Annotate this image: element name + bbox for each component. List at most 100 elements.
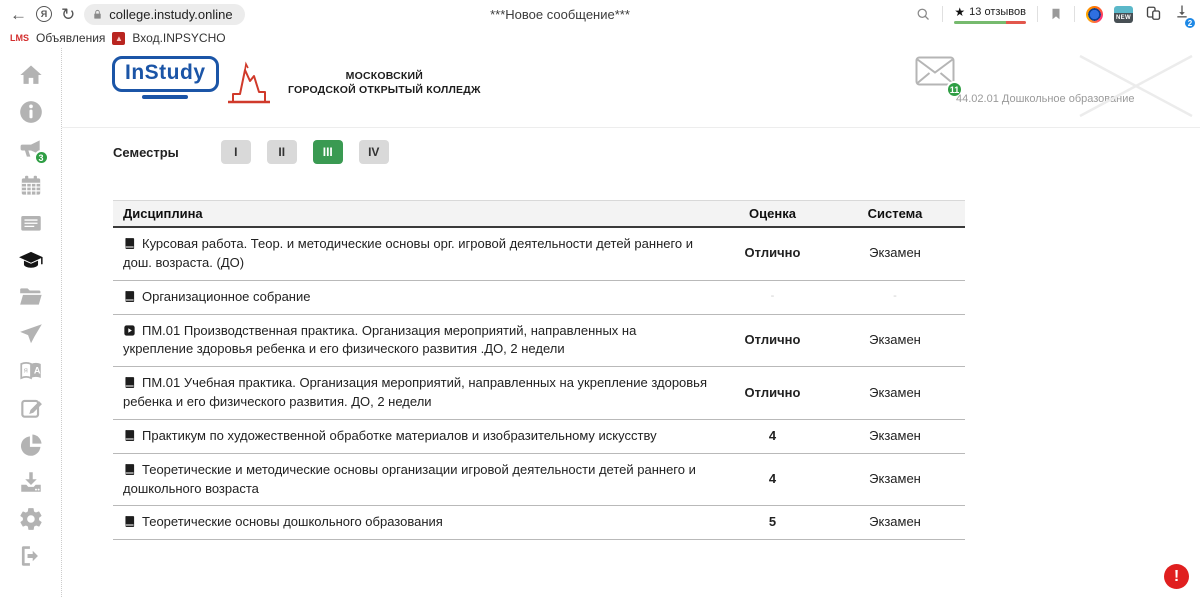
info-icon[interactable] <box>18 99 44 125</box>
search-icon[interactable] <box>916 7 931 22</box>
alert-button[interactable]: ! <box>1164 564 1189 589</box>
bookmarks-bar: LMS Объявления ▲ Вход.INPSYCHO <box>0 28 1200 48</box>
rating-bar <box>954 21 1026 24</box>
star-icon: ★ <box>954 5 965 19</box>
calendar-icon[interactable] <box>18 173 44 199</box>
sidebar: 3 Aя <box>0 48 62 597</box>
subject-icon <box>123 290 136 303</box>
discipline-cell: Теоретические основы дошкольного образов… <box>113 506 720 540</box>
svg-text:я: я <box>23 366 27 375</box>
college-name-line2: ГОРОДСКОЙ ОТКРЫТЫЙ КОЛЛЕДЖ <box>288 84 481 98</box>
courses-icon[interactable] <box>18 210 44 236</box>
college-tower-icon <box>220 58 278 110</box>
discipline-text: Организационное собрание <box>142 289 310 304</box>
table-header-row: Дисциплина Оценка Система <box>113 201 965 228</box>
table-row[interactable]: Теоретические и методические основы орга… <box>113 453 965 506</box>
collections-icon[interactable] <box>1144 5 1163 23</box>
app-frame: 3 Aя InStudy МОСКОВСКИЙ ГОРОДСКОЙ ОТК <box>0 48 1200 597</box>
discipline-cell: ПМ.01 Учебная практика. Организация меро… <box>113 367 720 420</box>
semesters-label: Семестры <box>113 145 179 160</box>
messages-icon[interactable] <box>18 321 44 347</box>
system-cell: Экзамен <box>825 227 965 280</box>
instudy-logo-stand <box>142 95 188 99</box>
downloads-button[interactable]: 2 <box>1174 3 1190 25</box>
discipline-text: Курсовая работа. Теор. и методические ос… <box>123 236 693 270</box>
svg-text:A: A <box>33 366 40 376</box>
announcements-icon[interactable]: 3 <box>18 136 44 162</box>
semester-switcher: Семестры IIIIIIIV <box>113 140 405 164</box>
subject-icon <box>123 237 136 250</box>
grade-cell: - <box>720 280 825 314</box>
discipline-text: Практикум по художественной обработке ма… <box>142 428 657 443</box>
education-icon[interactable] <box>18 247 44 273</box>
discipline-cell: Теоретические и методические основы орга… <box>113 453 720 506</box>
downloads-icon[interactable] <box>18 469 44 495</box>
files-icon[interactable] <box>18 284 44 310</box>
extension-new-icon[interactable]: NEW <box>1114 6 1133 23</box>
home-icon[interactable] <box>18 62 44 88</box>
table-row[interactable]: Курсовая работа. Теор. и методические ос… <box>113 227 965 280</box>
inpsycho-favicon: ▲ <box>112 32 125 45</box>
table-row[interactable]: Организационное собрание - - <box>113 280 965 314</box>
grade-cell: Отлично <box>720 367 825 420</box>
semester-button-IV[interactable]: IV <box>359 140 389 164</box>
column-system: Система <box>825 201 965 228</box>
extension-color-icon[interactable] <box>1086 6 1103 23</box>
subject-icon <box>123 515 136 528</box>
reviews-button[interactable]: ★ 13 отзывов <box>954 5 1026 24</box>
table-row[interactable]: ПМ.01 Производственная практика. Организ… <box>113 314 965 367</box>
system-cell: Экзамен <box>825 453 965 506</box>
instudy-logo-text: InStudy <box>112 56 219 92</box>
semester-button-I[interactable]: I <box>221 140 251 164</box>
grades-table: Дисциплина Оценка Система Курсовая работ… <box>113 200 965 540</box>
discipline-text: ПМ.01 Производственная практика. Организ… <box>123 323 636 357</box>
reviews-count: 13 отзывов <box>969 6 1026 18</box>
logout-icon[interactable] <box>18 543 44 569</box>
edit-icon[interactable] <box>18 395 44 421</box>
back-icon[interactable]: ← <box>10 6 27 23</box>
system-cell: Экзамен <box>825 367 965 420</box>
divider <box>1074 6 1075 22</box>
system-cell: - <box>825 280 965 314</box>
instudy-logo[interactable]: InStudy <box>112 56 219 99</box>
settings-icon[interactable] <box>18 506 44 532</box>
column-discipline: Дисциплина <box>113 201 720 228</box>
subject-icon <box>123 324 136 337</box>
discipline-cell: Практикум по художественной обработке ма… <box>113 419 720 453</box>
refresh-icon[interactable]: ↻ <box>61 6 75 23</box>
college-name-line1: МОСКОВСКИЙ <box>288 70 481 84</box>
announcements-badge: 3 <box>34 150 49 165</box>
browser-logo-icon[interactable]: Я <box>36 6 52 22</box>
browser-toolbar: ← Я ↻ college.instudy.online ***Новое со… <box>0 0 1200 28</box>
bookmark-icon[interactable] <box>1049 6 1063 22</box>
downloads-badge: 2 <box>1184 17 1196 29</box>
semester-button-II[interactable]: II <box>267 140 297 164</box>
mail-button[interactable]: 11 <box>915 56 959 92</box>
discipline-text: Теоретические и методические основы орга… <box>123 462 696 496</box>
table-row[interactable]: ПМ.01 Учебная практика. Организация меро… <box>113 367 965 420</box>
discipline-text: ПМ.01 Учебная практика. Организация меро… <box>123 375 707 409</box>
semester-button-III[interactable]: III <box>313 140 343 164</box>
lms-favicon: LMS <box>10 33 29 43</box>
grade-cell: 5 <box>720 506 825 540</box>
header-divider <box>62 127 1200 128</box>
subject-icon <box>123 463 136 476</box>
subject-icon <box>123 376 136 389</box>
close-icon[interactable] <box>1072 50 1200 122</box>
tab-title[interactable]: ***Новое сообщение*** <box>380 7 740 22</box>
address-bar[interactable]: college.instudy.online <box>84 4 244 25</box>
grade-cell: 4 <box>720 453 825 506</box>
column-grade: Оценка <box>720 201 825 228</box>
system-cell: Экзамен <box>825 419 965 453</box>
table-row[interactable]: Теоретические основы дошкольного образов… <box>113 506 965 540</box>
table-row[interactable]: Практикум по художественной обработке ма… <box>113 419 965 453</box>
bookmark-announcements[interactable]: Объявления <box>36 31 105 45</box>
translate-icon[interactable]: Aя <box>18 358 44 384</box>
bookmark-inpsycho[interactable]: Вход.INPSYCHO <box>132 31 225 45</box>
grade-cell: 4 <box>720 419 825 453</box>
statistics-icon[interactable] <box>18 432 44 458</box>
url-text: college.instudy.online <box>109 7 232 22</box>
discipline-cell: ПМ.01 Производственная практика. Организ… <box>113 314 720 367</box>
toolbar-right: ★ 13 отзывов NEW 2 <box>916 3 1190 25</box>
discipline-text: Теоретические основы дошкольного образов… <box>142 514 443 529</box>
